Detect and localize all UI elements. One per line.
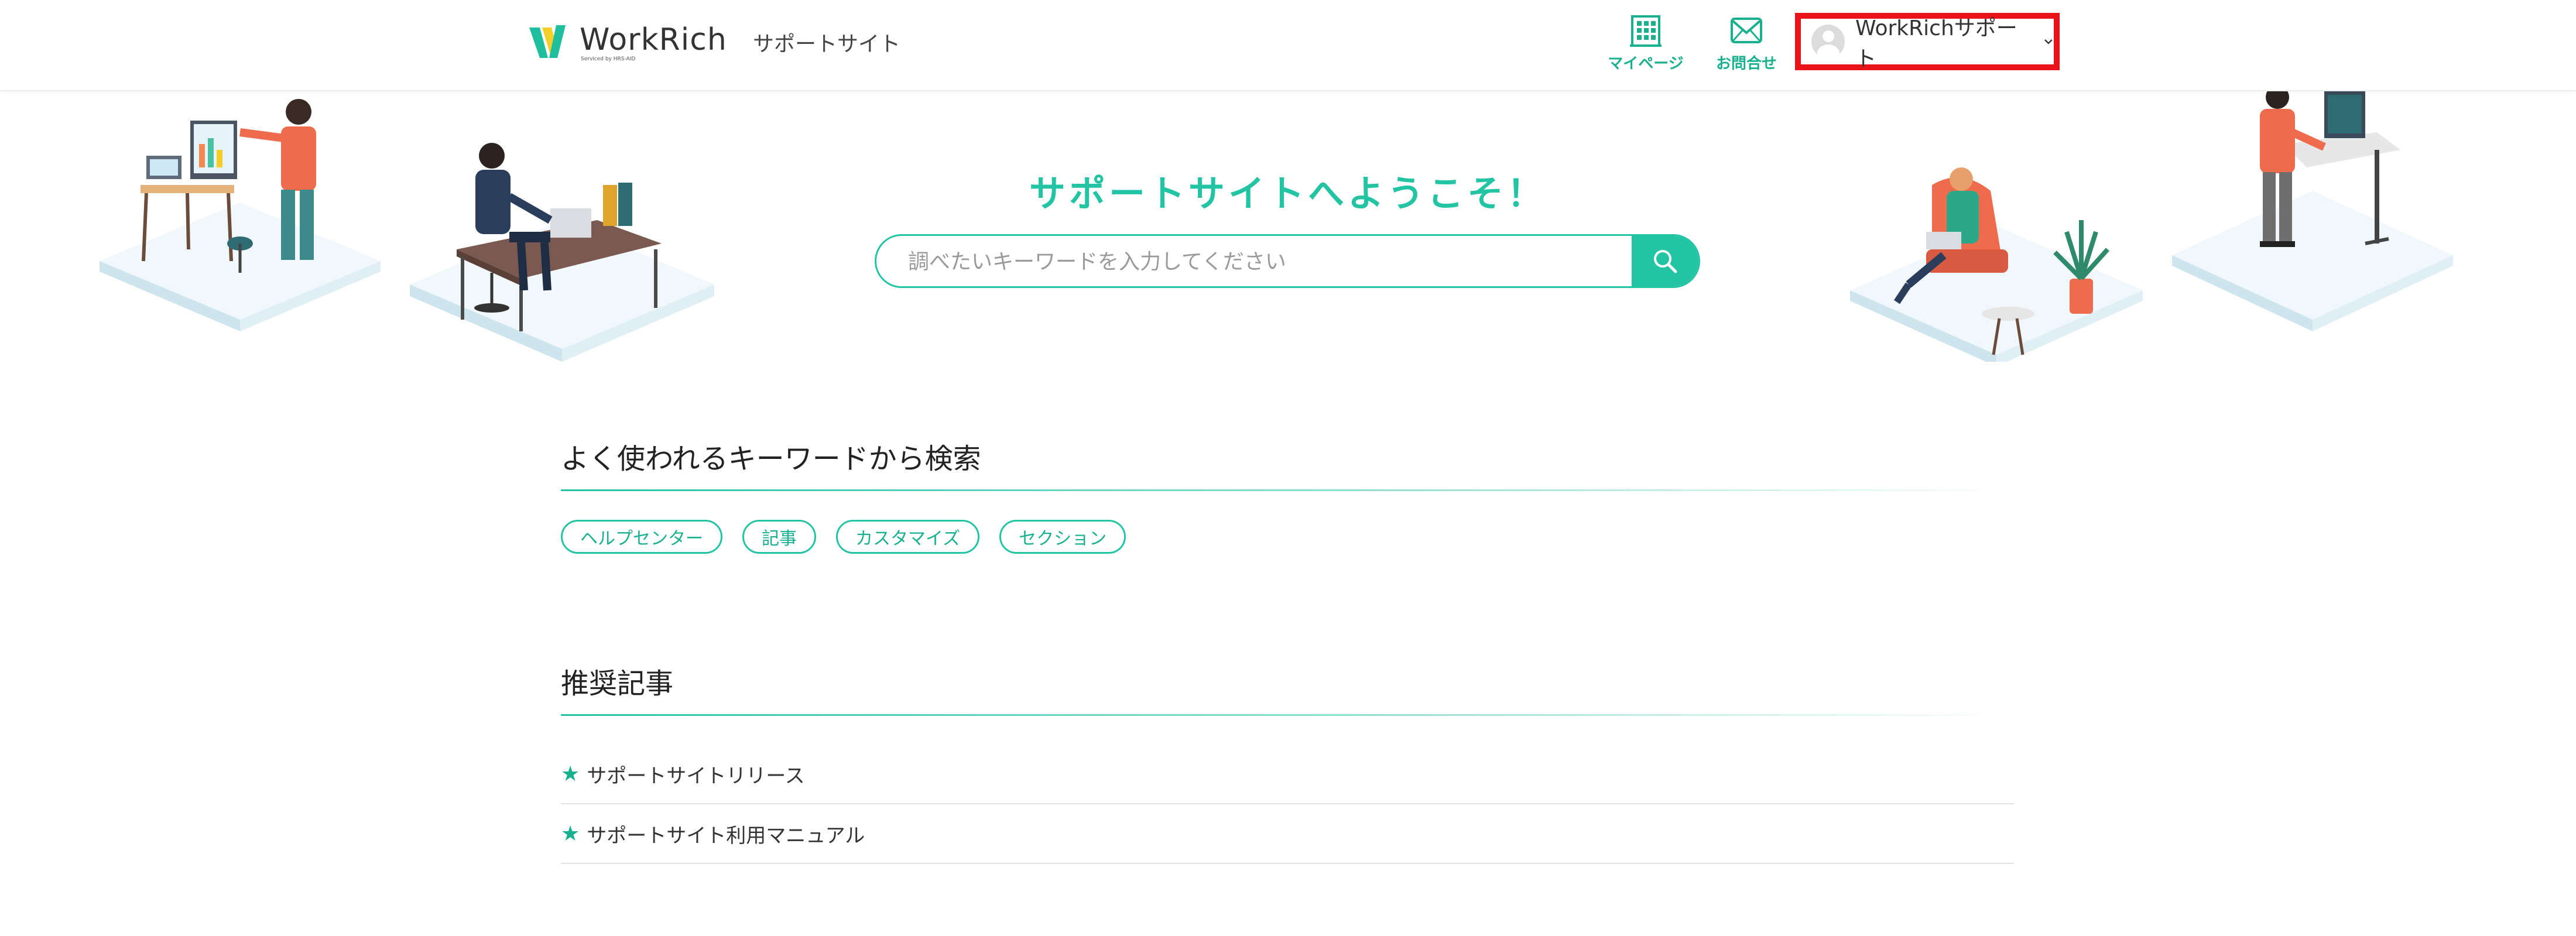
search-bar <box>875 234 1700 288</box>
workrich-logo[interactable]: WorkRich Serviced by HRS-AID <box>527 18 727 68</box>
mail-icon <box>1731 18 1762 43</box>
hero-banner: サポートサイトへようこそ！ <box>0 91 2576 362</box>
mypage-label: マイページ <box>1608 55 1684 73</box>
article-title: サポートサイト利用マニュアル <box>587 824 865 848</box>
recommended-divider <box>561 714 2013 716</box>
star-icon: ★ <box>561 821 580 846</box>
article-item[interactable]: ★ サポートサイト利用マニュアル <box>561 804 2014 864</box>
top-header: WorkRich Serviced by HRS-AID サポートサイト マイペ… <box>0 0 2576 91</box>
contact-label: お問合せ <box>1715 55 1777 73</box>
search-input[interactable] <box>907 236 1582 286</box>
building-icon <box>1630 15 1662 47</box>
mypage-link[interactable]: マイページ <box>1596 14 1695 78</box>
keywords-divider <box>561 489 2013 491</box>
chevron-down-icon <box>2044 39 2053 44</box>
tag-help-center[interactable]: ヘルプセンター <box>561 520 722 554</box>
recommended-section-title: 推奨記事 <box>561 667 674 700</box>
user-menu-dropdown[interactable]: WorkRichサポート <box>1795 13 2060 71</box>
article-item[interactable]: ★ サポートサイトリリース <box>561 745 2014 804</box>
tag-section[interactable]: セクション <box>999 520 1126 554</box>
article-title: サポートサイトリリース <box>587 764 805 788</box>
office-illustration-left-1 <box>100 99 381 331</box>
keywords-section-title: よく使われるキーワードから検索 <box>561 443 981 475</box>
tag-customize[interactable]: カスタマイズ <box>836 520 980 554</box>
logo-subtext: Serviced by HRS-AID <box>581 56 636 62</box>
search-button[interactable] <box>1632 236 1698 286</box>
star-icon: ★ <box>561 762 580 786</box>
logo-text: WorkRich <box>580 22 727 57</box>
search-icon <box>1654 250 1677 273</box>
site-label: サポートサイト <box>753 32 901 56</box>
tag-articles[interactable]: 記事 <box>742 520 816 554</box>
contact-link[interactable]: お問合せ <box>1697 14 1796 78</box>
workrich-logo-icon <box>529 25 566 58</box>
hero-title: サポートサイトへようこそ！ <box>1029 172 1547 215</box>
office-illustration-right-2 <box>2172 91 2453 331</box>
user-name: WorkRichサポート <box>1855 16 2017 71</box>
avatar-icon <box>1811 25 1845 59</box>
keyword-tags: ヘルプセンター 記事 カスタマイズ セクション <box>561 520 1146 554</box>
